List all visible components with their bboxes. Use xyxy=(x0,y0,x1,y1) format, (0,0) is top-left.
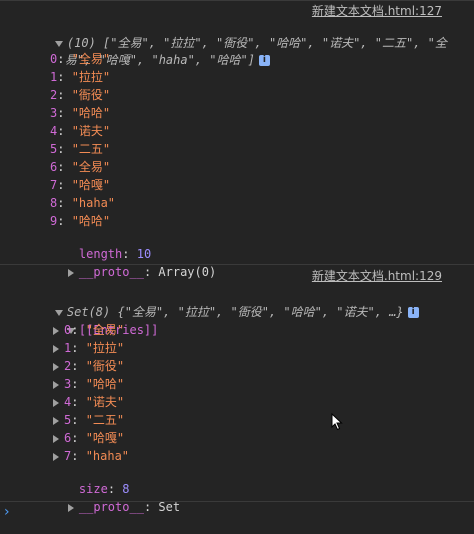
item-value: "衙役" xyxy=(71,88,111,102)
item-colon: : xyxy=(57,142,72,156)
expand-triangle-icon[interactable] xyxy=(53,362,59,371)
console-prompt[interactable]: › xyxy=(0,502,474,526)
item-colon: : xyxy=(71,359,86,373)
expand-triangle-icon[interactable] xyxy=(53,344,59,353)
item-value: "全易" xyxy=(71,52,111,66)
item-value: "哈哈" xyxy=(71,214,111,228)
info-icon[interactable]: i xyxy=(258,55,270,66)
set-item-row[interactable]: 2: "衙役" xyxy=(52,357,124,375)
set-item-row[interactable]: 6: "哈嘎" xyxy=(52,429,124,447)
array-item-row: 3: "哈哈" xyxy=(50,104,110,122)
item-value: "哈哈" xyxy=(85,377,125,391)
item-value: "拉拉" xyxy=(71,70,111,84)
info-icon[interactable]: i xyxy=(407,307,419,318)
array-proto-row[interactable]: __proto__: Array(0) xyxy=(38,245,216,279)
item-colon: : xyxy=(57,52,72,66)
item-value: "哈嘎" xyxy=(85,431,125,445)
item-value: "诺夫" xyxy=(71,124,111,138)
expand-triangle-icon[interactable] xyxy=(53,380,59,389)
prompt-chevron-icon: › xyxy=(4,504,10,520)
set-item-row[interactable]: 0: "全易" xyxy=(52,321,124,339)
expand-triangle-icon[interactable] xyxy=(53,416,59,425)
expand-triangle-icon[interactable] xyxy=(53,452,59,461)
array-item-row: 2: "衙役" xyxy=(50,86,110,104)
item-colon: : xyxy=(71,413,86,427)
expand-triangle-icon[interactable] xyxy=(53,398,59,407)
set-entries-row[interactable]: [[Entries]] xyxy=(38,303,158,337)
item-colon: : xyxy=(57,70,72,84)
array-item-row: 8: "haha" xyxy=(50,194,115,212)
array-summary-row[interactable]: (10) ["全易", "拉拉", "衙役", "哈哈", "诺夫", "二五"… xyxy=(26,16,447,50)
item-value: "haha" xyxy=(71,196,116,210)
set-item-row[interactable]: 5: "二五" xyxy=(52,411,124,429)
array-item-row: 1: "拉拉" xyxy=(50,68,110,86)
item-value: "haha" xyxy=(85,449,130,463)
array-item-row: 0: "全易" xyxy=(50,50,110,68)
item-colon: : xyxy=(71,377,86,391)
set-summary-row[interactable]: Set(8) {"全易", "拉拉", "衙役", "哈哈", "诺夫", …}… xyxy=(26,285,419,319)
array-summary-row-wrap: 易", "哈嘎", "haha", "哈哈"] i xyxy=(36,33,270,67)
item-value: "哈嘎" xyxy=(71,178,111,192)
set-item-row[interactable]: 4: "诺夫" xyxy=(52,393,124,411)
item-colon: : xyxy=(71,341,86,355)
item-colon: : xyxy=(71,395,86,409)
item-colon: : xyxy=(57,214,72,228)
console-entry-array: 新建文本文档.html:127 (10) ["全易", "拉拉", "衙役", … xyxy=(0,0,474,279)
item-colon: : xyxy=(71,323,86,337)
item-value: "衙役" xyxy=(85,359,125,373)
item-colon: : xyxy=(57,124,72,138)
array-item-row: 7: "哈嘎" xyxy=(50,176,110,194)
item-colon: : xyxy=(57,178,72,192)
item-value: "拉拉" xyxy=(85,341,125,355)
item-value: "二五" xyxy=(85,413,125,427)
item-colon: : xyxy=(57,88,72,102)
item-value: "全易" xyxy=(71,160,111,174)
array-item-row: 6: "全易" xyxy=(50,158,110,176)
array-length-row: length: 10 xyxy=(78,247,152,261)
item-colon: : xyxy=(57,160,72,174)
set-size-row: size: 8 xyxy=(78,482,130,496)
mouse-pointer-icon xyxy=(331,413,343,431)
item-value: "哈哈" xyxy=(71,106,111,120)
set-proto-row[interactable]: __proto__: Set xyxy=(38,480,180,514)
console-entry-set: 新建文本文档.html:129 Set(8) {"全易", "拉拉", "衙役"… xyxy=(0,265,474,514)
set-item-row[interactable]: 1: "拉拉" xyxy=(52,339,124,357)
item-value: "全易" xyxy=(85,323,125,337)
source-link[interactable]: 新建文本文档.html:129 xyxy=(312,267,442,284)
item-colon: : xyxy=(57,106,72,120)
expand-triangle-icon[interactable] xyxy=(53,434,59,443)
array-item-row: 4: "诺夫" xyxy=(50,122,110,140)
item-colon: : xyxy=(71,449,86,463)
item-value: "诺夫" xyxy=(85,395,125,409)
item-colon: : xyxy=(57,196,72,210)
array-item-row: 5: "二五" xyxy=(50,140,110,158)
item-colon: : xyxy=(71,431,86,445)
item-value: "二五" xyxy=(71,142,111,156)
set-item-row[interactable]: 3: "哈哈" xyxy=(52,375,124,393)
expand-triangle-icon[interactable] xyxy=(53,326,59,335)
